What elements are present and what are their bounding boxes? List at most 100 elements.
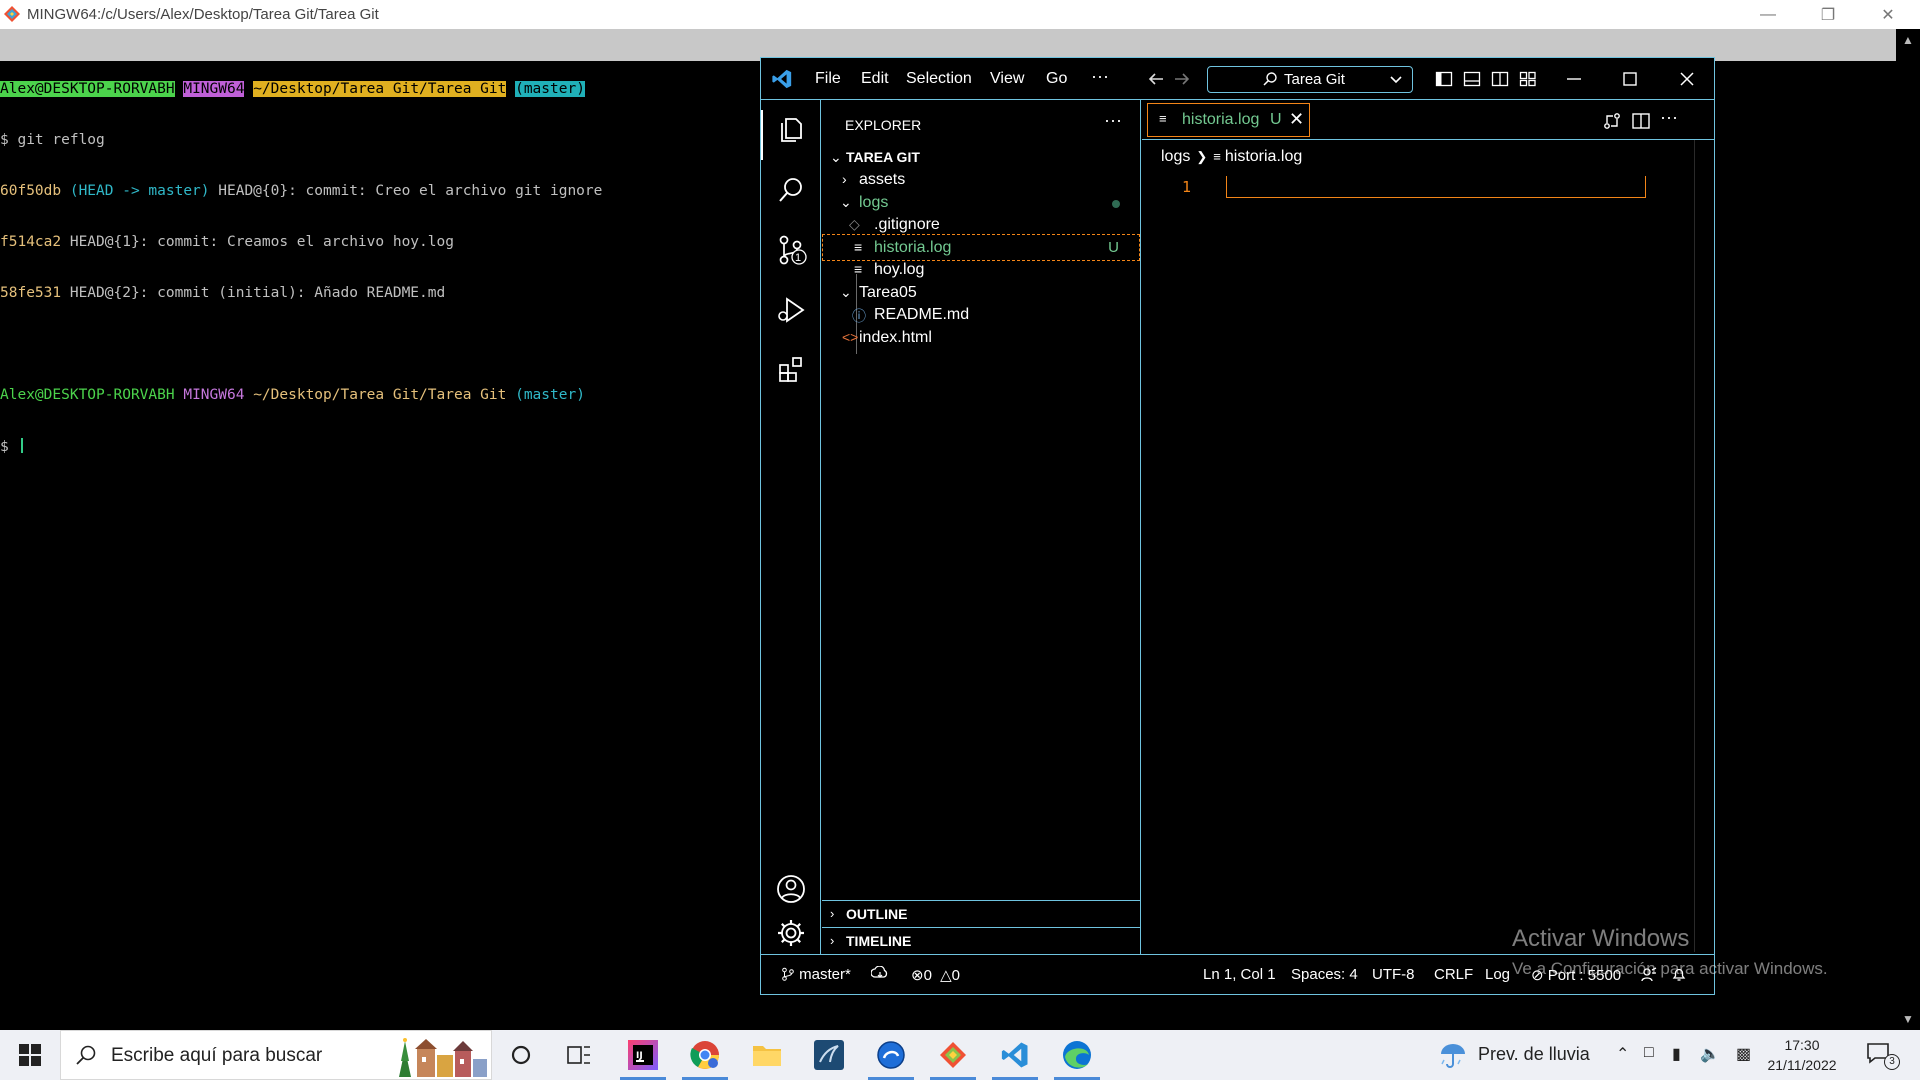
system-clock[interactable]: 17:30 21/11/2022 <box>1766 1035 1838 1075</box>
split-editor-icon[interactable] <box>1630 110 1652 132</box>
security-icon[interactable]: □ <box>1644 1044 1654 1062</box>
file-name: historia.log <box>874 239 952 256</box>
vs-minimize-button[interactable] <box>1563 68 1585 90</box>
clock-time: 17:30 <box>1784 1037 1820 1053</box>
explorer-more-button[interactable]: ··· <box>1104 110 1122 131</box>
terminal-scrollbar[interactable]: ▲ ▼ <box>1896 29 1920 1030</box>
modified-dot <box>1112 200 1120 208</box>
end-of-line[interactable]: CRLF <box>1434 966 1473 983</box>
taskbar-app-intellij[interactable]: IJ <box>614 1030 672 1080</box>
taskbar-app-chrome[interactable] <box>676 1030 734 1080</box>
line-number: 1 <box>1182 178 1192 196</box>
command-center-search[interactable]: Tarea Git <box>1207 66 1413 93</box>
breadcrumb-file[interactable]: historia.log <box>1225 148 1302 165</box>
minimize-button[interactable]: — <box>1740 0 1796 29</box>
cortana-circle-icon <box>511 1045 531 1065</box>
start-button[interactable] <box>0 1030 60 1080</box>
extensions-icon[interactable] <box>770 349 812 391</box>
text-file-icon: ≡ <box>854 261 863 277</box>
reflog-line: f514ca2 HEAD@{1}: commit: Creamos el arc… <box>0 234 602 251</box>
chevron-down-icon: ⌄ <box>840 284 852 300</box>
vs-close-button[interactable] <box>1676 68 1698 90</box>
error-count: 0 <box>923 967 932 984</box>
chevron-up-icon[interactable]: ⌃ <box>1616 1044 1629 1064</box>
menu-go[interactable]: Go <box>1046 70 1067 88</box>
menu-more[interactable]: ··· <box>1091 66 1109 87</box>
explorer-icon[interactable] <box>770 109 812 151</box>
vscode-logo-icon <box>1001 1042 1028 1068</box>
prompt-user-host: Alex@DESKTOP-RORVABH <box>0 81 175 97</box>
taskbar-app-edge-dev[interactable] <box>862 1030 920 1080</box>
taskbar-search-box[interactable]: Escribe aquí para buscar <box>60 1030 492 1080</box>
editor-more-button[interactable]: ··· <box>1658 106 1680 128</box>
outline-section[interactable]: › OUTLINE <box>822 900 1140 927</box>
battery-icon[interactable]: ▮ <box>1672 1044 1681 1064</box>
source-control-icon[interactable]: 1 <box>770 229 812 271</box>
menu-edit[interactable]: Edit <box>861 70 889 88</box>
toggle-secondary-sidebar-icon[interactable] <box>1489 68 1511 90</box>
toggle-sidebar-icon[interactable] <box>1433 68 1455 90</box>
intellij-icon: IJ <box>628 1040 658 1070</box>
commit-hash: 58fe531 <box>0 285 62 301</box>
tree-file-index[interactable]: <> index.html <box>822 325 1140 352</box>
menu-view[interactable]: View <box>990 70 1024 88</box>
taskbar-app-mysql-workbench[interactable] <box>800 1030 858 1080</box>
search-icon[interactable] <box>770 169 812 211</box>
scroll-down-icon[interactable]: ▼ <box>1902 1012 1914 1026</box>
terminal-output[interactable]: Alex@DESKTOP-RORVABH MINGW64 ~/Desktop/T… <box>0 47 602 489</box>
indentation[interactable]: Spaces: 4 <box>1291 966 1358 983</box>
taskbar-app-edge[interactable] <box>1048 1030 1106 1080</box>
settings-gear-icon[interactable] <box>770 912 812 954</box>
cursor-position[interactable]: Ln 1, Col 1 <box>1203 966 1276 983</box>
close-button[interactable]: ✕ <box>1860 0 1916 29</box>
customize-layout-icon[interactable] <box>1517 68 1539 90</box>
task-view-button[interactable] <box>550 1030 608 1080</box>
input-line[interactable]: $ <box>0 438 602 455</box>
taskbar-app-vscode[interactable] <box>986 1030 1044 1080</box>
notification-center-button[interactable]: 3 <box>1864 1040 1900 1070</box>
cortana-button[interactable] <box>492 1030 550 1080</box>
branch-status[interactable]: master* <box>781 966 851 983</box>
tab-historia-log[interactable]: ≡ historia.log U ✕ <box>1147 103 1310 137</box>
untracked-badge: U <box>1108 239 1119 256</box>
menu-selection[interactable]: Selection <box>906 70 972 88</box>
text-file-icon: ≡ <box>1159 111 1167 126</box>
speaker-icon[interactable]: 🔈 <box>1700 1044 1720 1064</box>
breadcrumb-folder[interactable]: logs <box>1161 148 1190 165</box>
language-mode[interactable]: Log <box>1485 966 1510 983</box>
prompt-user-host: Alex@DESKTOP-RORVABH <box>0 387 175 403</box>
restore-button[interactable]: ❐ <box>1800 0 1856 29</box>
taskbar-app-git-gui[interactable] <box>924 1030 982 1080</box>
network-icon[interactable]: ▩ <box>1736 1044 1751 1064</box>
folder-name: logs <box>859 194 889 211</box>
vscode-titlebar[interactable]: File Edit Selection View Go ··· Tarea Gi… <box>761 58 1714 100</box>
vs-maximize-button[interactable] <box>1619 68 1641 90</box>
edge-dev-icon <box>877 1041 905 1069</box>
menu-file[interactable]: File <box>815 70 841 88</box>
toggle-panel-icon[interactable] <box>1461 68 1483 90</box>
editor-scrollbar[interactable] <box>1694 140 1695 952</box>
run-debug-icon[interactable] <box>770 289 812 331</box>
back-arrow-icon[interactable] <box>1145 68 1167 90</box>
problems-status[interactable]: ⊗0 △0 <box>911 966 960 984</box>
prompt-symbol: $ <box>0 439 18 455</box>
source-control-badge: 1 <box>795 252 802 264</box>
watermark-title: Activar Windows <box>1512 925 1690 952</box>
encoding[interactable]: UTF-8 <box>1372 966 1415 983</box>
chevron-down-icon[interactable] <box>1388 71 1404 87</box>
file-name: hoy.log <box>874 261 925 278</box>
taskbar-app-file-explorer[interactable] <box>738 1030 796 1080</box>
sync-icon[interactable] <box>870 965 889 986</box>
accounts-icon[interactable] <box>770 868 812 910</box>
terminal-titlebar[interactable]: MINGW64:/c/Users/Alex/Desktop/Tarea Git/… <box>0 0 1920 29</box>
weather-text[interactable]: Prev. de lluvia <box>1478 1044 1590 1065</box>
open-changes-icon[interactable] <box>1601 110 1623 132</box>
scroll-up-icon[interactable]: ▲ <box>1902 33 1914 47</box>
forward-arrow-icon[interactable] <box>1171 68 1193 90</box>
timeline-section[interactable]: › TIMELINE <box>822 927 1140 954</box>
current-line-highlight[interactable] <box>1226 176 1646 198</box>
reflog-line: 60f50db (HEAD -> master) HEAD@{0}: commi… <box>0 183 602 200</box>
outline-label: OUTLINE <box>846 906 908 922</box>
error-icon: ⊗ <box>911 967 924 984</box>
close-tab-icon[interactable]: ✕ <box>1289 109 1304 130</box>
